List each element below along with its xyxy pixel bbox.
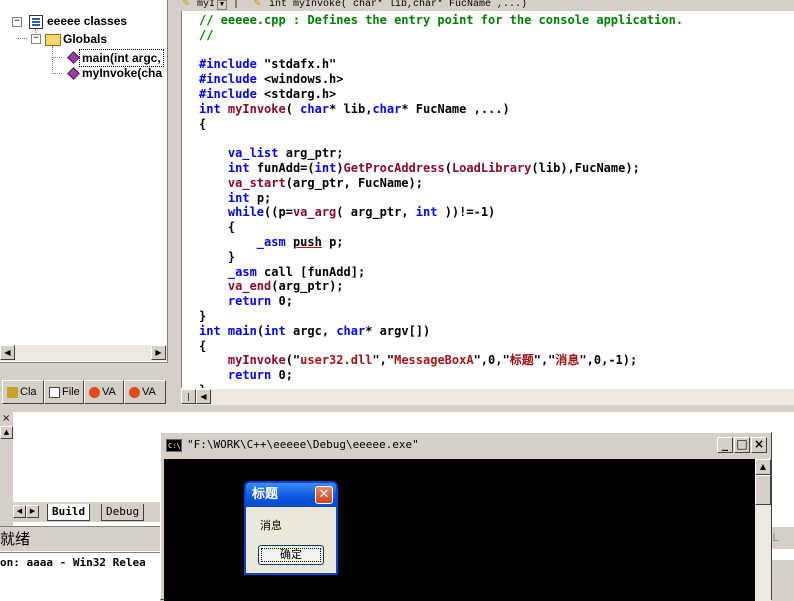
scroll-left-icon[interactable]: ◀ — [196, 389, 211, 404]
tab-debug[interactable]: Debug — [101, 504, 145, 521]
status-bar: 就绪 — [0, 526, 160, 551]
close-icon[interactable]: × — [2, 414, 10, 424]
scroll-up-icon[interactable]: ▲ — [0, 426, 13, 439]
tree-root-label[interactable]: eeeee classes — [47, 13, 127, 29]
tab-build[interactable]: Build — [47, 504, 91, 521]
output-gripper[interactable]: × ▲ — [0, 410, 13, 530]
configuration-text: on: aaaa - Win32 Relea — [0, 556, 146, 569]
fileview-icon — [49, 386, 60, 398]
maximize-button[interactable]: □ — [734, 437, 750, 453]
status-text: 就绪 — [0, 530, 31, 548]
close-button[interactable]: × — [751, 437, 767, 453]
pencil-icon: ✎ — [253, 0, 262, 10]
tab-scroll-left-icon[interactable]: ◀ — [13, 505, 26, 518]
scroll-thumb[interactable] — [755, 475, 771, 505]
close-button[interactable]: ✕ — [315, 486, 333, 504]
classes-icon — [29, 15, 43, 29]
tab-va-2[interactable]: VA — [124, 380, 166, 404]
visual-assist-icon — [89, 386, 100, 398]
ok-button[interactable]: 确定 — [258, 545, 324, 565]
scroll-right-icon[interactable]: ▶ — [151, 345, 166, 360]
tab-classview[interactable]: Cla — [2, 380, 44, 404]
folder-icon — [45, 34, 61, 46]
pencil-icon: ✎ — [182, 0, 191, 10]
collapse-globals-toggle[interactable]: − — [31, 34, 41, 44]
tree-globals-label[interactable]: Globals — [63, 31, 107, 47]
scroll-left-icon[interactable]: | — [181, 389, 196, 404]
function-navigation-bar: ✎ myI ▼ | ✎ int myInvoke( char* lib,char… — [179, 0, 794, 11]
build-config-bar: on: aaaa - Win32 Relea — [0, 552, 160, 601]
split-icon: | — [233, 0, 240, 10]
tree-item-myinvoke[interactable]: myInvoke(cha — [82, 65, 162, 81]
collapse-root-toggle[interactable]: − — [12, 17, 22, 27]
editor-horizontal-scrollbar[interactable]: | ◀ — [181, 388, 794, 405]
tree-horizontal-scrollbar[interactable]: ◀ ▶ — [0, 345, 167, 361]
dropdown-arrow-icon[interactable]: ▼ — [217, 0, 227, 10]
tab-fileview[interactable]: File — [44, 380, 84, 404]
workspace-tree[interactable]: − eeeee classes − Globals main(int argc,… — [0, 0, 168, 363]
console-vertical-scrollbar[interactable]: ▲ — [755, 459, 771, 601]
console-title-text: "F:\WORK\C++\eeeee\Debug\eeeee.exe" — [187, 438, 419, 451]
console-titlebar[interactable]: "F:\WORK\C++\eeeee\Debug\eeeee.exe" _ □ … — [163, 435, 769, 456]
function-dropdown-value[interactable]: myI — [197, 0, 215, 10]
function-icon — [67, 67, 80, 80]
minimize-button[interactable]: _ — [717, 437, 733, 453]
code-editor[interactable]: // eeeee.cpp : Defines the entry point f… — [181, 11, 794, 388]
visual-assist-icon — [129, 386, 140, 398]
workspace-tabs: Cla File VA VA — [0, 378, 168, 408]
source-code[interactable]: // eeeee.cpp : Defines the entry point f… — [199, 13, 683, 388]
tab-scroll-right-icon[interactable]: ▶ — [26, 505, 39, 518]
function-signature: int myInvoke( char* lib,char* FucName ,.… — [269, 0, 528, 10]
scroll-left-icon[interactable]: ◀ — [0, 345, 15, 360]
message-box[interactable]: 标题 ✕ 消息 确定 — [244, 481, 338, 575]
console-icon — [166, 436, 182, 456]
output-tabs: ◀ ▶ Build Debug — [13, 502, 161, 522]
message-box-text: 消息 — [260, 519, 282, 532]
function-icon — [67, 51, 80, 64]
tab-va-1[interactable]: VA — [84, 380, 124, 404]
scroll-up-icon[interactable]: ▲ — [755, 459, 771, 475]
classview-icon — [7, 386, 18, 398]
